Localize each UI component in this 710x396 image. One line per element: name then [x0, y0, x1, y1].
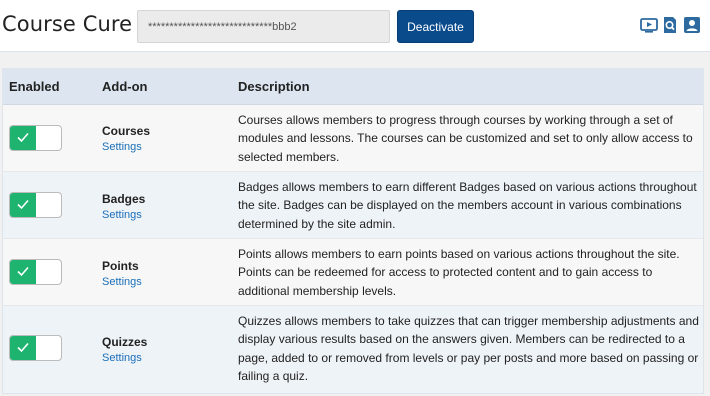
addon-description: Quizzes allows members to take quizzes t… — [238, 314, 699, 383]
settings-link[interactable]: Settings — [102, 352, 142, 364]
table-row: Badges Settings Badges allows members to… — [3, 172, 703, 239]
table-row: Quizzes Settings Quizzes allows members … — [3, 306, 703, 393]
addon-name: Badges — [102, 192, 146, 206]
license-key-input[interactable] — [137, 10, 390, 43]
column-header-enabled: Enabled — [9, 79, 60, 94]
enabled-toggle[interactable] — [9, 259, 62, 285]
toggle-on-indicator — [10, 126, 36, 150]
check-icon — [17, 342, 29, 353]
addon-name: Courses — [102, 124, 151, 138]
column-header-description: Description — [238, 79, 310, 94]
enabled-toggle[interactable] — [9, 335, 62, 361]
toggle-on-indicator — [10, 193, 36, 217]
settings-link[interactable]: Settings — [102, 141, 142, 153]
page-title: Course Cure — [2, 12, 133, 36]
table-header-row: Enabled Add-on Description — [3, 69, 703, 105]
settings-link[interactable]: Settings — [102, 276, 142, 288]
toggle-on-indicator — [10, 260, 36, 284]
top-header: Course Cure Deactivate — [0, 0, 710, 52]
toggle-on-indicator — [10, 336, 36, 360]
column-header-addon: Add-on — [102, 79, 148, 94]
addon-name: Quizzes — [102, 335, 148, 349]
enabled-toggle[interactable] — [9, 125, 62, 151]
user-icon[interactable] — [683, 16, 701, 34]
addons-table: Enabled Add-on Description Courses Setti… — [2, 68, 704, 394]
addon-description: Points allows members to earn points bas… — [238, 247, 680, 298]
deactivate-button[interactable]: Deactivate — [397, 10, 474, 43]
video-icon[interactable] — [640, 16, 658, 34]
addon-name: Points — [102, 259, 139, 273]
table-row: Courses Settings Courses allows members … — [3, 105, 703, 172]
check-icon — [17, 199, 29, 210]
table-row: Points Settings Points allows members to… — [3, 239, 703, 306]
addon-description: Badges allows members to earn different … — [238, 180, 697, 231]
search-doc-icon[interactable] — [661, 16, 679, 34]
addon-description: Courses allows members to progress throu… — [238, 113, 693, 164]
check-icon — [17, 132, 29, 143]
settings-link[interactable]: Settings — [102, 209, 142, 221]
enabled-toggle[interactable] — [9, 192, 62, 218]
check-icon — [17, 266, 29, 277]
